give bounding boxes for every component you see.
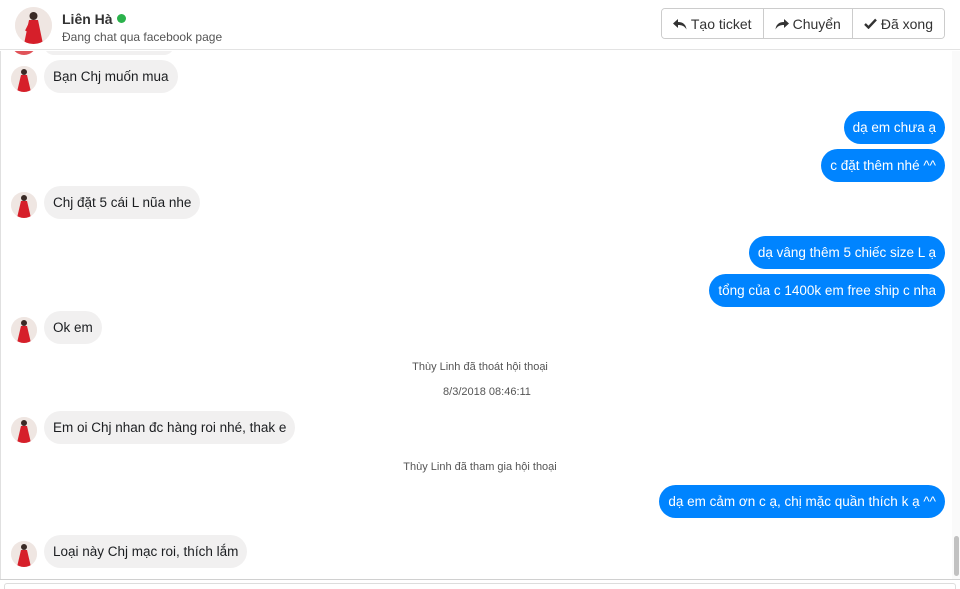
scrollbar-thumb[interactable]: [954, 536, 959, 576]
outgoing-message: tổng của c 1400k em free ship c nha: [709, 274, 945, 307]
sender-avatar: [11, 66, 37, 92]
system-notice: Thùy Linh đã thoát hội thoại: [412, 361, 548, 373]
message-input[interactable]: [4, 583, 956, 589]
message-scrollbar[interactable]: [952, 51, 960, 579]
incoming-message: Bạn Chj muốn mua: [44, 60, 178, 93]
message-composer[interactable]: [0, 579, 960, 589]
incoming-message: Loại này Chj mạc roi, thích lắm: [44, 535, 248, 568]
create-ticket-button[interactable]: Tạo ticket: [661, 9, 764, 38]
conversation-header: Liên Hà Đang chat qua facebook page Tạo …: [0, 0, 960, 50]
incoming-message: Ok em: [44, 311, 102, 344]
outgoing-message: dạ vâng thêm 5 chiếc size L ạ: [748, 236, 945, 269]
reply-icon: [672, 18, 687, 29]
partial-message-bubble: [44, 51, 174, 55]
channel-subtitle: Đang chat qua facebook page: [62, 30, 223, 44]
check-icon: [863, 18, 877, 29]
message-list[interactable]: Bạn Chj muốn mua dạ em chưa ạ c đặt thêm…: [0, 51, 960, 579]
system-notice: Thùy Linh đã tham gia hội thoại: [403, 461, 557, 473]
incoming-message: Em oi Chj nhan đc hàng roi nhé, thak e: [44, 411, 296, 444]
mark-done-label: Đã xong: [880, 15, 933, 32]
contact-avatar[interactable]: [15, 7, 52, 44]
outgoing-message: dạ em chưa ạ: [843, 111, 945, 144]
outgoing-message: dạ em cảm ơn c ạ, chị mặc quần thích k ạ…: [659, 485, 945, 518]
sender-avatar: [11, 192, 37, 218]
forward-icon: [775, 18, 789, 29]
mark-done-button[interactable]: Đã xong: [852, 9, 944, 38]
contact-name-text: Liên Hà: [62, 11, 113, 27]
contact-name: Liên Hà: [62, 11, 126, 27]
sender-avatar: [11, 541, 37, 567]
outgoing-message: c đặt thêm nhé ^^: [821, 149, 945, 182]
header-actions: Tạo ticket Chuyển Đã xong: [660, 8, 945, 39]
sender-avatar: [11, 317, 37, 343]
sender-avatar: [11, 417, 37, 443]
incoming-message: Chj đặt 5 cái L nũa nhe: [44, 186, 201, 219]
online-status-dot: [116, 14, 126, 23]
transfer-label: Chuyển: [792, 15, 841, 32]
partial-avatar: [11, 51, 37, 55]
message-timestamp: 8/3/2018 08:46:11: [443, 386, 531, 398]
transfer-button[interactable]: Chuyển: [763, 9, 853, 38]
create-ticket-label: Tạo ticket: [690, 15, 752, 32]
